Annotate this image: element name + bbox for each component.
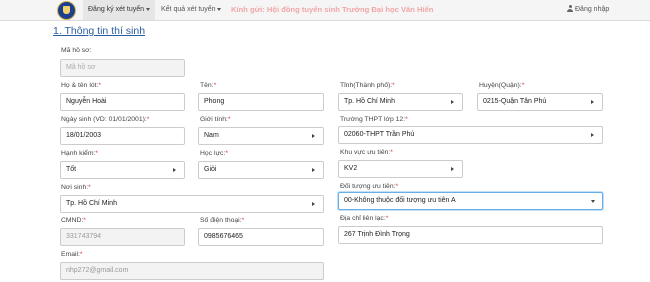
gender-select[interactable]: Nam <box>198 127 324 145</box>
priority-subject-select[interactable]: 00-Không thuộc đối tượng ưu tiên A <box>338 192 603 210</box>
notice-text: Kính gửi: Hội đồng tuyển sinh Trường Đại… <box>231 5 434 14</box>
profile-code-label: Mã hồ sơ: <box>61 47 92 54</box>
first-name-label: Tên:* <box>200 82 217 89</box>
user-icon <box>567 5 573 12</box>
address-label: Địa chỉ liên lạc:* <box>340 215 389 222</box>
birthplace-label: Nơi sinh:* <box>61 184 91 191</box>
dob-input[interactable]: 18/01/2003 <box>60 127 185 145</box>
province-select[interactable]: Tp. Hồ Chí Minh <box>338 93 463 111</box>
university-logo-icon[interactable] <box>57 1 76 20</box>
login-label: Đăng nhập <box>575 6 610 13</box>
school-label: Trường THPT lớp 12:* <box>340 116 408 123</box>
nav-results-dropdown[interactable]: Kết quả xét tuyển <box>161 0 222 20</box>
district-select[interactable]: 0215-Quận Tân Phú <box>477 93 603 111</box>
email-input[interactable]: nhp272@gmail.com <box>60 262 324 280</box>
login-link[interactable]: Đăng nhập <box>567 0 609 20</box>
school-select[interactable]: 02060-THPT Trần Phú <box>338 126 603 144</box>
nav-results-label: Kết quả xét tuyển <box>161 6 216 13</box>
nav-register-dropdown[interactable]: Đăng ký xét tuyển <box>83 0 155 20</box>
conduct-select[interactable]: Tốt <box>60 161 185 179</box>
gender-label: Giới tính:* <box>200 116 231 123</box>
chevron-down-icon <box>217 7 222 11</box>
priority-area-label: Khu vực ưu tiên:* <box>340 149 393 156</box>
priority-area-select[interactable]: KV2 <box>338 160 463 178</box>
priority-subject-label: Đối tượng ưu tiên:* <box>340 183 399 190</box>
chevron-down-icon <box>146 7 151 11</box>
full-name-input[interactable]: Nguyễn Hoài <box>60 93 185 111</box>
conduct-label: Hạnh kiểm:* <box>61 150 99 157</box>
district-label: Huyện(Quận):* <box>479 82 525 89</box>
dob-label: Ngày sinh (VD: 01/01/2001):* <box>61 116 150 123</box>
phone-input[interactable]: 0985676465 <box>198 228 324 246</box>
section-title: 1. Thông tin thí sinh <box>53 25 146 37</box>
academic-label: Học lực:* <box>200 150 228 157</box>
birthplace-select[interactable]: Tp. Hồ Chí Minh <box>60 195 324 213</box>
email-label: Email:* <box>61 251 83 258</box>
province-label: Tỉnh(Thành phố):* <box>340 82 395 89</box>
nav-register-label: Đăng ký xét tuyển <box>88 6 145 13</box>
first-name-input[interactable]: Phong <box>198 93 324 111</box>
phone-label: Số điện thoại:* <box>200 217 245 224</box>
id-card-label: CMND:* <box>61 217 86 224</box>
address-input[interactable]: 267 Trịnh Đình Trọng <box>338 226 603 244</box>
top-navbar: Đăng ký xét tuyển Kết quả xét tuyển Kính… <box>0 0 650 21</box>
id-card-input[interactable]: 331743794 <box>60 228 185 246</box>
academic-select[interactable]: Giỏi <box>198 161 324 179</box>
profile-code-input[interactable]: Mã hồ sơ <box>60 59 185 77</box>
full-name-label: Họ & tên lót:* <box>61 82 102 89</box>
